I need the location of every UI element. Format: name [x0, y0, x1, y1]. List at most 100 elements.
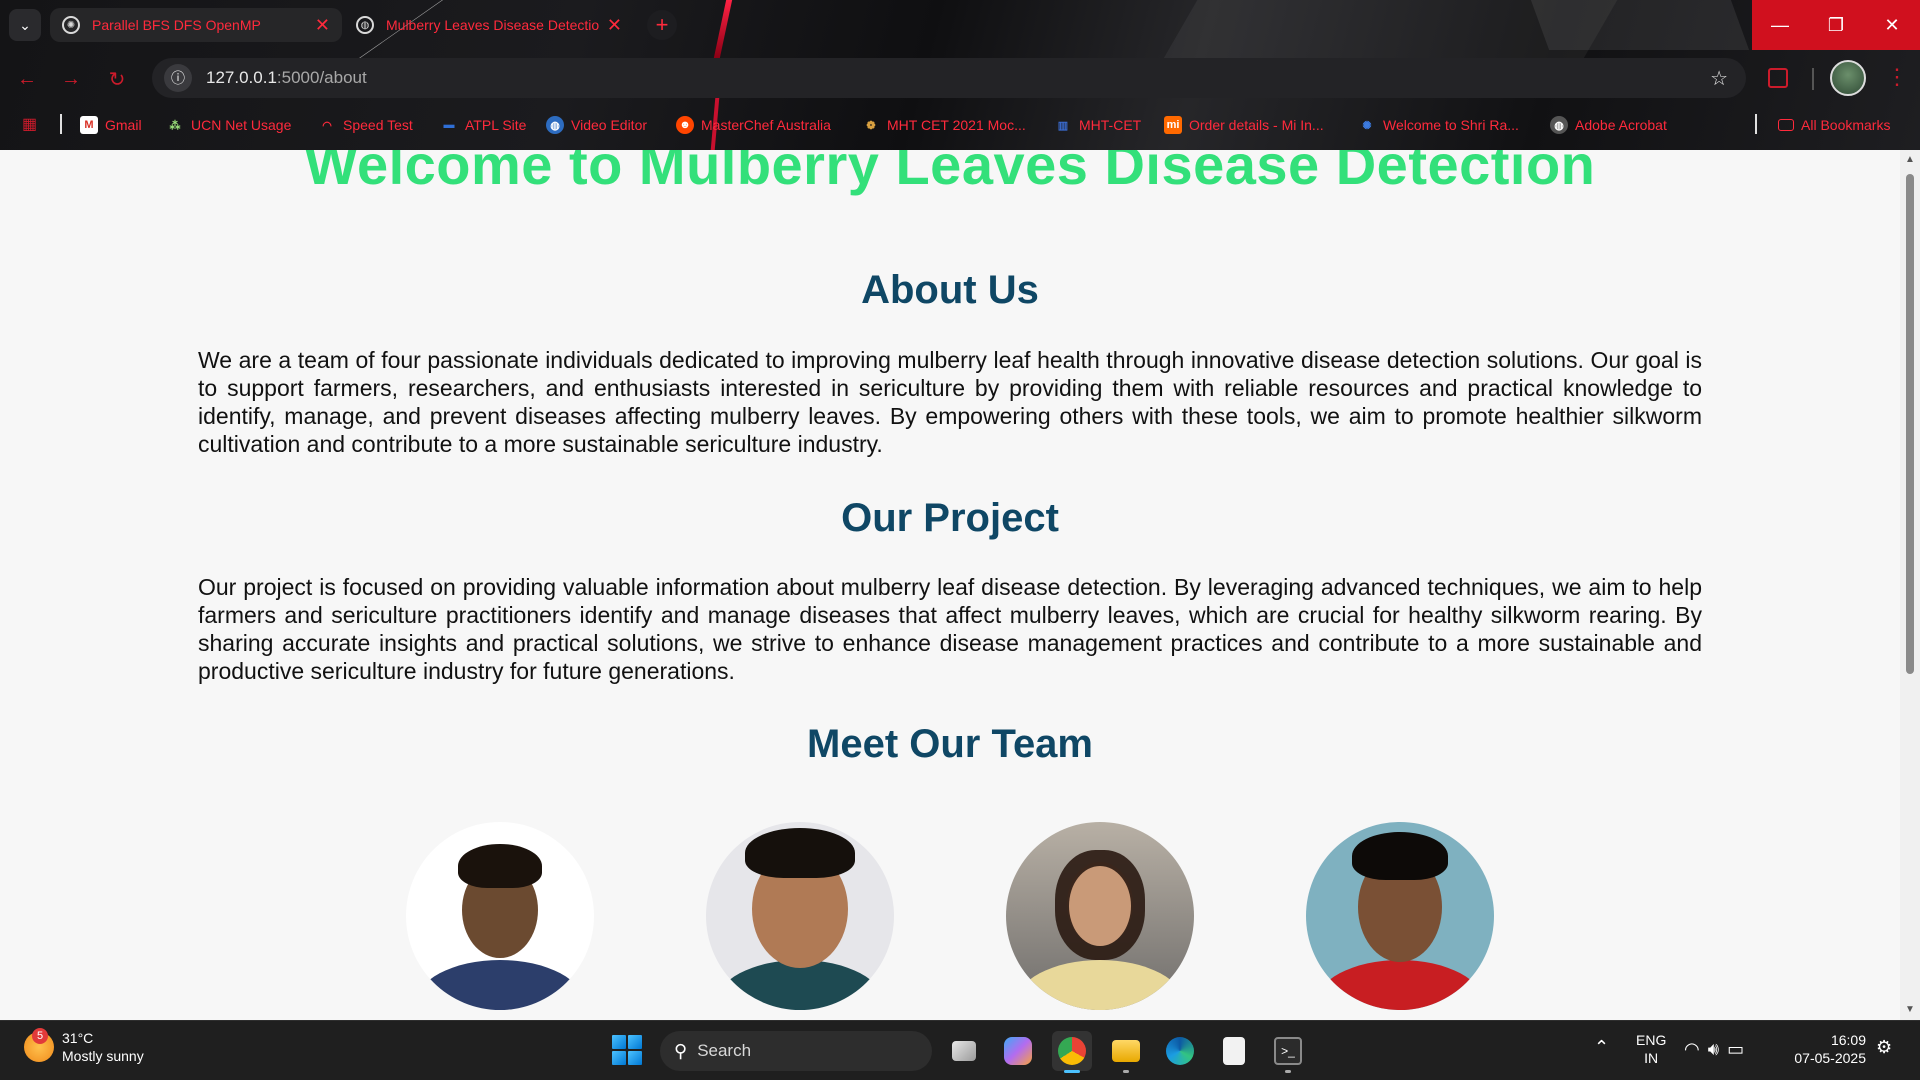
- url-path: :5000/about: [276, 68, 367, 87]
- url-host: 127.0.0.1: [206, 68, 277, 87]
- file-explorer-icon[interactable]: [1106, 1031, 1146, 1073]
- extensions-icon[interactable]: [1768, 68, 1788, 88]
- taskbar-search-box[interactable]: ⚲ Search: [660, 1031, 932, 1071]
- bookmarks-divider: [1755, 114, 1757, 134]
- reload-icon[interactable]: ↻: [102, 64, 132, 94]
- copilot-icon[interactable]: [998, 1031, 1038, 1071]
- bookmark-star-icon[interactable]: ☆: [1710, 66, 1728, 91]
- address-bar[interactable]: ⓘ 127.0.0.1:5000/about ☆: [152, 58, 1746, 98]
- tab-mulberry[interactable]: ◍ Mulberry Leaves Disease Detection ✕: [344, 8, 634, 42]
- face: [1069, 866, 1131, 946]
- all-bookmarks[interactable]: All Bookmarks: [1778, 114, 1890, 136]
- notification-badge: 5: [32, 1028, 48, 1044]
- restore-icon[interactable]: ❐: [1808, 0, 1864, 50]
- close-icon[interactable]: ✕: [315, 15, 330, 36]
- running-indicator: [1285, 1070, 1291, 1073]
- windows-taskbar: 5 31°C Mostly sunny ⚲ Search >_ ⌃ ENG IN…: [0, 1020, 1920, 1080]
- clock-time: 16:09: [1830, 1032, 1866, 1048]
- shri-icon: ✺: [1362, 119, 1372, 132]
- chrome-taskbar-icon[interactable]: [1052, 1031, 1092, 1073]
- back-arrow-icon[interactable]: ←: [12, 64, 42, 94]
- windows-start-icon[interactable]: [612, 1035, 642, 1065]
- project-paragraph: Our project is focused on providing valu…: [198, 574, 1702, 684]
- language-code: ENG: [1636, 1032, 1667, 1048]
- notifications-icon[interactable]: ⚙: [1876, 1037, 1892, 1080]
- reddit-icon: ☻: [676, 116, 694, 134]
- scroll-down-icon[interactable]: ▼: [1904, 1004, 1916, 1016]
- team-heading: Meet Our Team: [807, 722, 1093, 766]
- hair: [1352, 832, 1448, 880]
- input-language[interactable]: ENG IN: [1636, 1031, 1666, 1080]
- terminal-icon[interactable]: >_: [1268, 1031, 1308, 1073]
- globe-icon: ◍: [1550, 116, 1568, 134]
- tab-title: Parallel BFS DFS OpenMP: [92, 17, 261, 33]
- page-scrollbar[interactable]: ▲ ▼: [1900, 150, 1920, 1020]
- bookmark-label: Welcome to Shri Ra...: [1383, 117, 1519, 133]
- bookmark-video-editor[interactable]: ◍ Video Editor: [546, 114, 647, 136]
- bookmark-shri[interactable]: ✺ Welcome to Shri Ra...: [1358, 114, 1519, 136]
- globe-icon: ◍: [356, 16, 374, 34]
- menu-kebab-icon[interactable]: ⋮: [1886, 64, 1908, 90]
- notepad-icon[interactable]: [1214, 1031, 1254, 1071]
- about-paragraph: We are a team of four passionate individ…: [198, 347, 1702, 457]
- bookmark-label: ATPL Site: [465, 117, 527, 133]
- new-tab-plus-icon[interactable]: +: [647, 10, 677, 40]
- region-code: IN: [1644, 1050, 1659, 1066]
- sun-icon: 5: [24, 1028, 54, 1062]
- site-info-icon[interactable]: ⓘ: [164, 64, 192, 92]
- bookmark-label: UCN Net Usage: [191, 117, 292, 133]
- browser-chrome: ⌄ ✺ Parallel BFS DFS OpenMP ✕ ◍ Mulberry…: [0, 0, 1920, 150]
- bookmark-gmail[interactable]: M Gmail: [80, 114, 142, 136]
- task-view-glyph: [952, 1041, 976, 1061]
- team-grid: [0, 822, 1900, 1020]
- search-icon: ⚲: [674, 1040, 688, 1061]
- clock[interactable]: 16:09 07-05-2025: [1786, 1031, 1866, 1080]
- bookmark-atpl[interactable]: ▬ ATPL Site: [440, 114, 527, 136]
- browser-toolbar: ← → ↻ ⓘ 127.0.0.1:5000/about ☆ ⋮: [0, 56, 1920, 100]
- tab-parallel-bfs[interactable]: ✺ Parallel BFS DFS OpenMP ✕: [50, 8, 342, 42]
- bookmark-adobe[interactable]: ◍ Adobe Acrobat: [1550, 114, 1667, 136]
- bookmark-mht-cet-mock[interactable]: ❁ MHT CET 2021 Moc...: [862, 114, 1025, 136]
- scroll-up-icon[interactable]: ▲: [1904, 154, 1916, 166]
- bookmark-label: Adobe Acrobat: [1575, 117, 1667, 133]
- bookmark-masterchef[interactable]: ☻ MasterChef Australia: [676, 114, 831, 136]
- clock-date: 07-05-2025: [1794, 1050, 1866, 1066]
- close-icon[interactable]: ✕: [607, 15, 622, 36]
- volume-icon[interactable]: 🔊︎: [1708, 1039, 1727, 1059]
- page-viewport: Welcome to Mulberry Leaves Disease Detec…: [0, 150, 1920, 1020]
- copilot-glyph: [1004, 1037, 1032, 1065]
- bookmark-label: Gmail: [105, 117, 142, 133]
- edge-icon[interactable]: [1160, 1031, 1200, 1071]
- task-view-icon[interactable]: [944, 1031, 984, 1071]
- tab-title: Mulberry Leaves Disease Detection: [386, 17, 599, 33]
- team-member-photo-1: [406, 822, 594, 1010]
- bookmark-label: Video Editor: [571, 117, 648, 133]
- tab-search-chevron-icon[interactable]: ⌄: [9, 9, 41, 41]
- minimize-icon[interactable]: —: [1752, 0, 1808, 50]
- system-tray-icons[interactable]: ◠🔊︎▭: [1684, 1039, 1752, 1080]
- close-window-icon[interactable]: ✕: [1864, 0, 1920, 50]
- project-heading: Our Project: [841, 496, 1059, 540]
- weather-condition: Mostly sunny: [62, 1048, 144, 1064]
- bookmark-mi-order[interactable]: mi Order details - Mi In...: [1164, 114, 1324, 136]
- weather-widget[interactable]: 5 31°C Mostly sunny: [24, 1028, 144, 1065]
- profile-avatar[interactable]: [1830, 60, 1866, 96]
- weather-text: 31°C Mostly sunny: [62, 1029, 144, 1065]
- bookmark-speedtest[interactable]: ◠ Speed Test: [318, 114, 413, 136]
- globe-icon: ◍: [546, 116, 564, 134]
- url-text[interactable]: 127.0.0.1:5000/about: [206, 68, 367, 88]
- toolbar-divider: [1812, 68, 1814, 90]
- forward-arrow-icon[interactable]: →: [56, 64, 86, 94]
- bookmark-mht-cet[interactable]: ▥ MHT-CET: [1054, 114, 1141, 136]
- bookmark-ucn[interactable]: ⁂ UCN Net Usage: [166, 114, 292, 136]
- battery-icon[interactable]: ▭: [1727, 1039, 1752, 1059]
- globe-icon: ❁: [866, 119, 876, 132]
- scroll-thumb[interactable]: [1906, 174, 1914, 674]
- apps-grid-icon[interactable]: ▦: [22, 114, 42, 134]
- team-member-photo-4: [1306, 822, 1494, 1010]
- bookmarks-bar: ▦ M Gmail ⁂ UCN Net Usage ◠ Speed Test ▬…: [0, 106, 1920, 142]
- bookmarks-divider: [60, 114, 62, 134]
- mi-icon: mi: [1164, 116, 1182, 134]
- show-hidden-icons-chevron-icon[interactable]: ⌃: [1594, 1037, 1609, 1080]
- wifi-icon[interactable]: ◠: [1684, 1039, 1708, 1059]
